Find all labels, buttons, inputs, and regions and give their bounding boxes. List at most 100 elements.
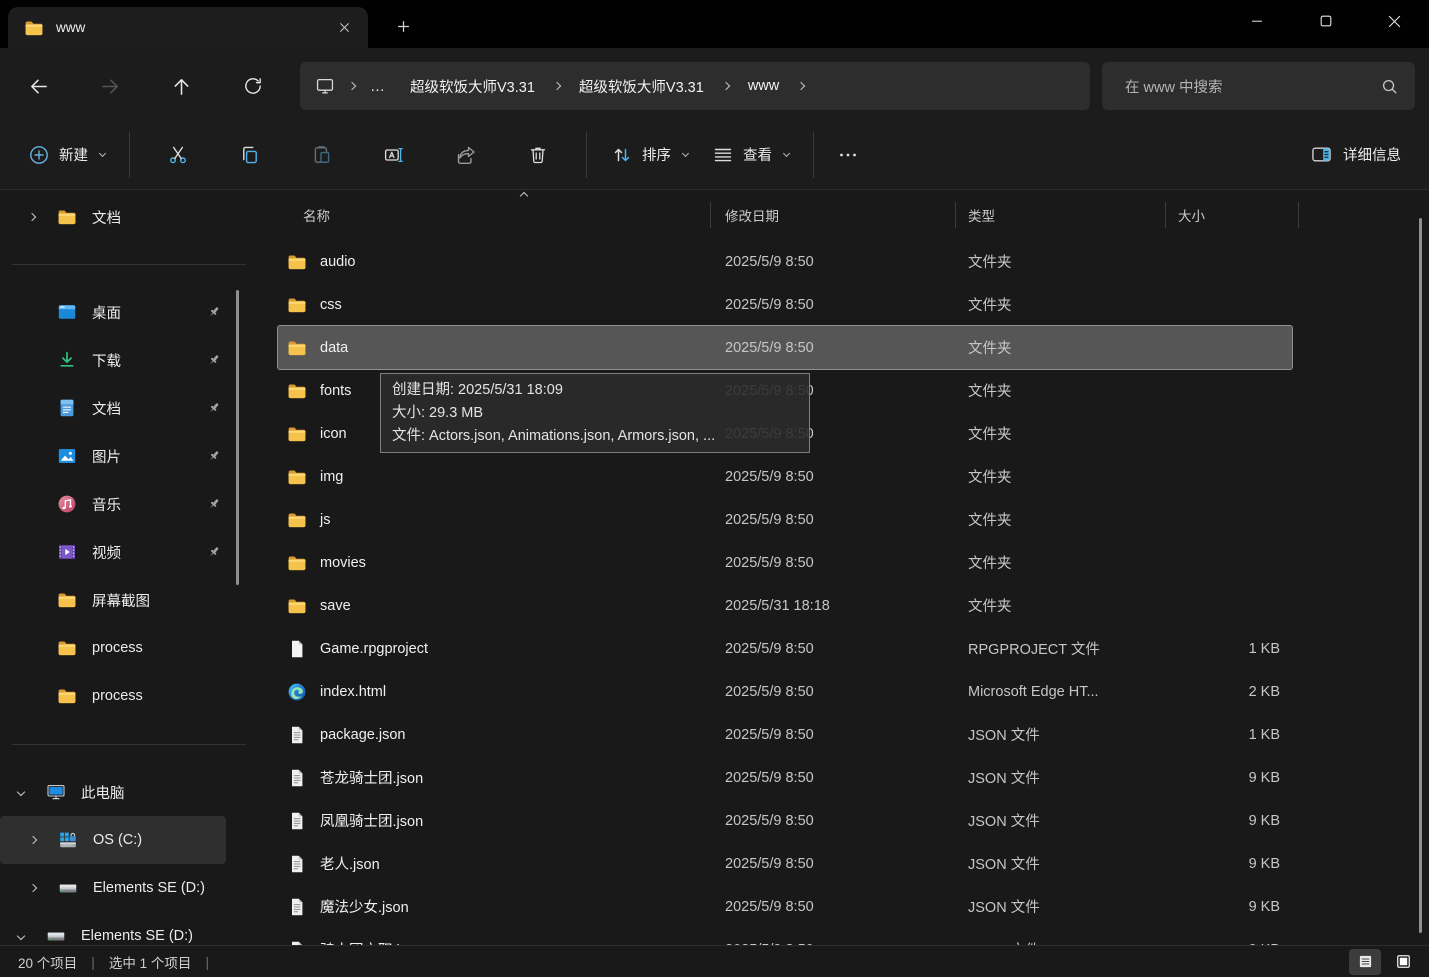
breadcrumb-chevron-icon[interactable] — [722, 82, 730, 90]
sort-button[interactable]: 排序 — [599, 133, 700, 177]
refresh-button[interactable] — [233, 66, 273, 106]
more-options-button[interactable] — [826, 133, 870, 177]
sidebar-item-label: process — [92, 688, 143, 704]
search-icon[interactable] — [1380, 77, 1399, 96]
minimize-button[interactable] — [1222, 0, 1291, 42]
sidebar-item[interactable]: 桌面 — [0, 288, 226, 336]
file-row[interactable]: 骑士团文职.json2025/5/9 8:50JSON 文件9 KB — [278, 928, 1292, 945]
sidebar-item[interactable]: 视频 — [0, 528, 226, 576]
file-type: 文件夹 — [955, 294, 1165, 315]
sidebar-item[interactable]: 屏幕截图 — [0, 576, 226, 624]
download-icon — [57, 350, 77, 370]
breadcrumb-overflow-button[interactable]: … — [360, 78, 396, 95]
details-pane-button[interactable]: 详细信息 — [1298, 133, 1413, 177]
file-row[interactable]: css2025/5/9 8:50文件夹 — [278, 283, 1292, 326]
chevron-down-icon[interactable] — [16, 933, 26, 939]
sidebar-item[interactable]: 图片 — [0, 432, 226, 480]
file-row[interactable]: data2025/5/9 8:50文件夹 — [278, 326, 1292, 369]
view-button[interactable]: 查看 — [700, 133, 801, 177]
chevron-down-icon[interactable] — [16, 789, 26, 795]
tab-close-icon[interactable] — [330, 15, 358, 41]
list-scrollbar[interactable] — [1419, 218, 1422, 933]
search-box[interactable]: 在 www 中搜索 — [1102, 62, 1415, 110]
file-name: css — [320, 297, 342, 313]
share-button[interactable] — [444, 133, 488, 177]
file-size: 9 KB — [1165, 899, 1298, 915]
file-row[interactable]: 苍龙骑士团.json2025/5/9 8:50JSON 文件9 KB — [278, 756, 1292, 799]
file-name-cell: Game.rpgproject — [278, 639, 710, 659]
file-row[interactable]: movies2025/5/9 8:50文件夹 — [278, 541, 1292, 584]
delete-button[interactable] — [516, 133, 560, 177]
details-view-button[interactable] — [1349, 949, 1381, 975]
file-type: 文件夹 — [955, 552, 1165, 573]
column-header[interactable]: 大小 — [1165, 205, 1298, 225]
file-row[interactable]: img2025/5/9 8:50文件夹 — [278, 455, 1292, 498]
explorer-tab[interactable]: www — [8, 7, 368, 48]
file-row[interactable]: index.html2025/5/9 8:50Microsoft Edge HT… — [278, 670, 1292, 713]
file-name: icon — [320, 426, 347, 442]
file-type: 文件夹 — [955, 251, 1165, 272]
new-tab-button[interactable] — [386, 12, 420, 40]
up-button[interactable] — [161, 66, 201, 106]
large-icons-view-button[interactable] — [1387, 949, 1419, 975]
sidebar-item[interactable]: 下载 — [0, 336, 226, 384]
file-row[interactable]: 老人.json2025/5/9 8:50JSON 文件9 KB — [278, 842, 1292, 885]
file-type: 文件夹 — [955, 337, 1165, 358]
paste-button[interactable] — [300, 133, 344, 177]
sidebar-item-label: 音乐 — [92, 494, 121, 515]
sidebar-scrollbar[interactable] — [236, 290, 239, 585]
copy-button[interactable] — [228, 133, 272, 177]
breadcrumb-chevron-icon[interactable] — [797, 82, 805, 90]
breadcrumb-segment[interactable]: 超级软饭大师V3.31 — [396, 68, 549, 104]
file-row[interactable]: 魔法少女.json2025/5/9 8:50JSON 文件9 KB — [278, 885, 1292, 928]
sidebar-item[interactable]: 文档 — [0, 384, 226, 432]
file-row[interactable]: audio2025/5/9 8:50文件夹 — [278, 240, 1292, 283]
sidebar-item[interactable]: process — [0, 624, 226, 672]
back-button[interactable] — [18, 66, 58, 106]
breadcrumb-segment[interactable]: www — [734, 68, 793, 104]
file-blank-icon — [287, 639, 307, 659]
new-button[interactable]: 新建 — [16, 133, 117, 177]
file-row[interactable]: save2025/5/31 18:18文件夹 — [278, 584, 1292, 627]
chevron-right-icon[interactable] — [27, 214, 37, 220]
breadcrumb-chevron-icon[interactable] — [348, 82, 356, 90]
sidebar-tree-item[interactable]: 文档 — [0, 199, 226, 235]
sidebar-item[interactable]: Elements SE (D:) — [0, 912, 226, 945]
chevron-down-icon — [99, 149, 106, 156]
column-divider[interactable] — [955, 202, 956, 228]
maximize-button[interactable] — [1291, 0, 1360, 42]
forward-button[interactable] — [90, 66, 130, 106]
column-header[interactable]: 类型 — [955, 205, 1165, 225]
breadcrumb-segment[interactable]: 超级软饭大师V3.31 — [565, 68, 718, 104]
file-size: 1 KB — [1165, 727, 1298, 743]
file-type: JSON 文件 — [955, 767, 1165, 788]
column-divider[interactable] — [710, 202, 711, 228]
sidebar-item[interactable]: 此电脑 — [0, 768, 226, 816]
window-controls — [1222, 0, 1429, 42]
file-name-cell: img — [278, 467, 710, 487]
chevron-right-icon[interactable] — [28, 837, 38, 843]
sidebar-item[interactable]: Elements SE (D:) — [0, 864, 226, 912]
rename-button[interactable] — [372, 133, 416, 177]
column-divider[interactable] — [1298, 202, 1299, 228]
sidebar-item[interactable]: 音乐 — [0, 480, 226, 528]
file-row[interactable]: package.json2025/5/9 8:50JSON 文件1 KB — [278, 713, 1292, 756]
column-header[interactable]: 修改日期 — [710, 205, 955, 225]
file-name: index.html — [320, 684, 386, 700]
file-row[interactable]: js2025/5/9 8:50文件夹 — [278, 498, 1292, 541]
file-row[interactable]: 凤凰骑士团.json2025/5/9 8:50JSON 文件9 KB — [278, 799, 1292, 842]
file-row[interactable]: Game.rpgproject2025/5/9 8:50RPGPROJECT 文… — [278, 627, 1292, 670]
close-button[interactable] — [1360, 0, 1429, 42]
edge-icon — [287, 682, 307, 702]
breadcrumb-chevron-icon[interactable] — [553, 82, 561, 90]
column-divider[interactable] — [1165, 202, 1166, 228]
sidebar-item[interactable]: OS (C:) — [0, 816, 226, 864]
sidebar-item-label: 桌面 — [92, 302, 121, 323]
sort-icon — [611, 144, 633, 166]
sidebar-item[interactable]: process — [0, 672, 226, 720]
file-name: fonts — [320, 383, 351, 399]
column-header[interactable]: 名称 — [278, 205, 710, 225]
chevron-right-icon[interactable] — [28, 885, 38, 891]
this-pc-icon[interactable] — [306, 68, 344, 104]
cut-button[interactable] — [156, 133, 200, 177]
